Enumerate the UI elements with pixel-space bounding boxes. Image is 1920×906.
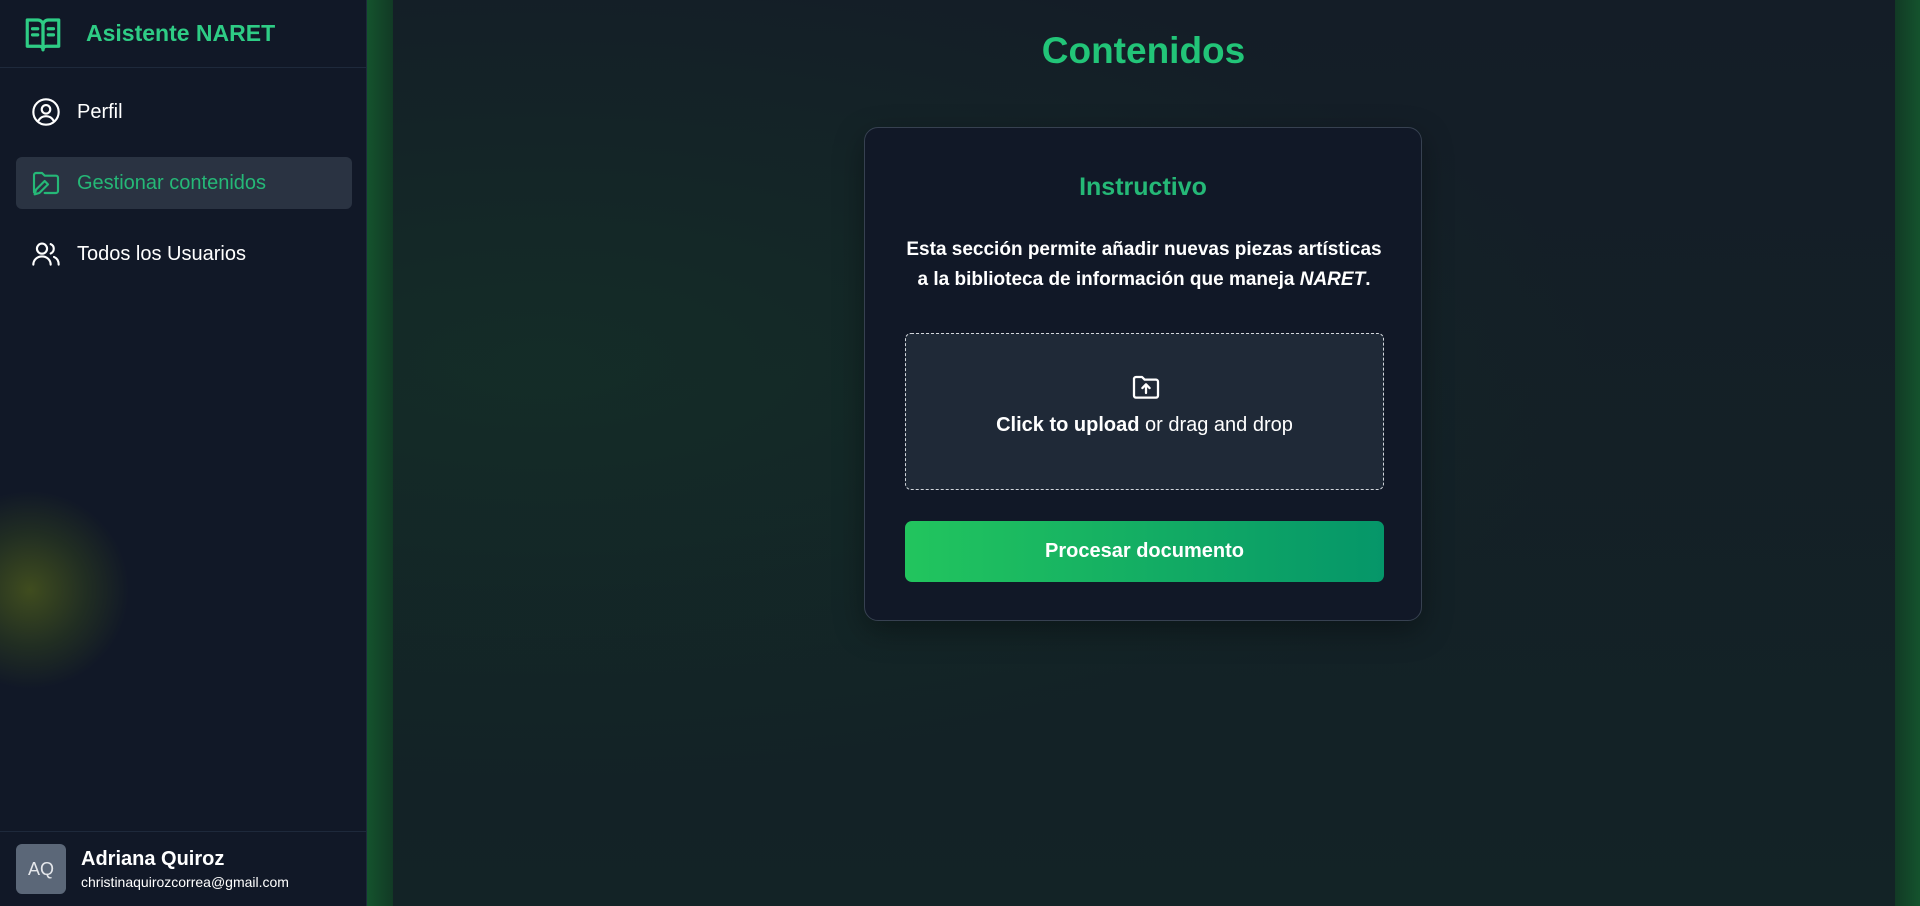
folder-upload-icon [1130,371,1162,403]
sidebar-item-label: Todos los Usuarios [77,242,246,265]
instructions-card: Instructivo Esta sección permite añadir … [864,127,1422,621]
main-left-edge-decoration [367,0,393,906]
user-info: Adriana Quiroz christinaquirozcorrea@gma… [81,848,289,890]
sidebar: Asistente NARET Perfil Gestionar conteni… [0,0,367,906]
sidebar-item-label: Gestionar contenidos [77,171,267,194]
upload-instructions: Click to upload or drag and drop [906,414,1383,437]
app-title: Asistente NARET [86,20,276,46]
description-line-2-prefix: a la biblioteca de información que manej… [917,269,1300,290]
open-book-icon [22,13,64,55]
file-upload-dropzone[interactable]: Click to upload or drag and drop [905,333,1384,490]
sidebar-item-label: Perfil [77,100,123,123]
description-brand-emphasis: NARET [1299,269,1366,290]
upload-click-text: Click to upload [996,414,1140,436]
process-document-button[interactable]: Procesar documento [905,521,1384,582]
description-line-2-suffix: . [1365,269,1371,290]
sidebar-item-perfil[interactable]: Perfil [16,86,352,138]
upload-drag-text: or drag and drop [1139,414,1293,436]
sidebar-item-todos-los-usuarios[interactable]: Todos los Usuarios [16,228,352,280]
users-icon [30,238,62,270]
user-email: christinaquirozcorrea@gmail.com [81,874,289,890]
user-name: Adriana Quiroz [81,848,225,870]
user-profile-block[interactable]: AQ Adriana Quiroz christinaquirozcorrea@… [0,831,366,906]
user-circle-icon [30,96,62,128]
main-right-edge-decoration [1895,0,1920,906]
card-description: Esta sección permite añadir nuevas pieza… [905,235,1383,295]
page-title: Contenidos [1041,30,1246,71]
sidebar-nav: Perfil Gestionar contenidos Todos los Us… [16,86,352,299]
brand-header: Asistente NARET [0,0,366,68]
sidebar-glow-decoration [0,490,130,690]
sidebar-item-gestionar-contenidos[interactable]: Gestionar contenidos [16,157,352,209]
avatar: AQ [16,844,66,894]
main-content: Contenidos Instructivo Esta sección perm… [367,0,1920,906]
card-title: Instructivo [1079,173,1207,201]
folder-edit-icon [30,167,62,199]
description-line-1: Esta sección permite añadir nuevas pieza… [906,239,1382,260]
